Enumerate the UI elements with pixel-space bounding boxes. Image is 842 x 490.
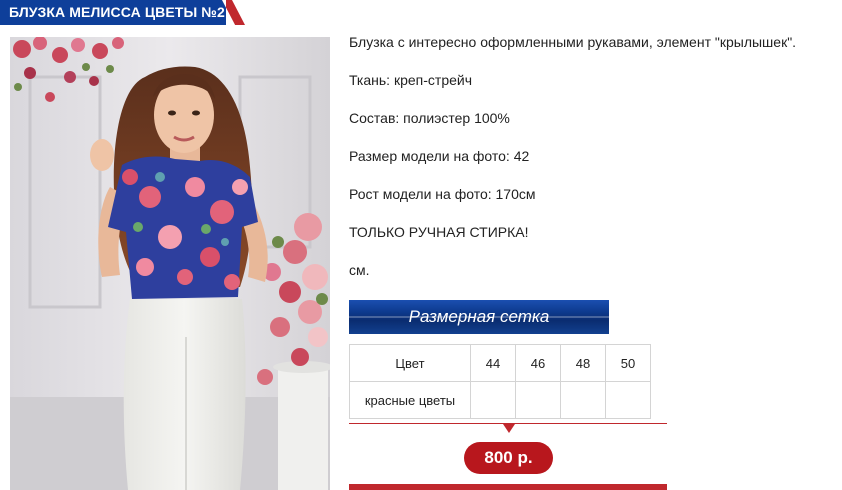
size-cell[interactable] [515, 381, 561, 419]
description-line: Рост модели на фото: 170см [349, 186, 536, 202]
table-header-row: Цвет 44 46 48 50 [349, 344, 651, 382]
table-row: красные цветы [349, 381, 651, 419]
description-line: см. [349, 262, 370, 278]
column-header: 50 [605, 344, 651, 382]
size-table: Цвет 44 46 48 50 красные цветы [349, 344, 651, 419]
column-header: Цвет [349, 344, 471, 382]
description-line: ТОЛЬКО РУЧНАЯ СТИРКА! [349, 224, 529, 240]
description-line: Состав: полиэстер 100% [349, 110, 510, 126]
column-header: 46 [515, 344, 561, 382]
size-cell[interactable] [605, 381, 651, 419]
description-line: Блузка с интересно оформленными рукавами… [349, 34, 797, 50]
color-name-cell: красные цветы [349, 381, 471, 419]
down-arrow-icon [503, 424, 515, 433]
size-cell[interactable] [560, 381, 606, 419]
product-title-banner: БЛУЗКА МЕЛИССА ЦВЕТЫ №2 [0, 0, 245, 25]
price-divider-bottom [349, 484, 667, 490]
size-chart-button[interactable]: Размерная сетка [349, 300, 609, 334]
size-cell[interactable] [470, 381, 516, 419]
column-header: 48 [560, 344, 606, 382]
column-header: 44 [470, 344, 516, 382]
description-line: Ткань: креп-стрейч [349, 72, 472, 88]
product-photo [10, 37, 330, 490]
product-title: БЛУЗКА МЕЛИССА ЦВЕТЫ №2 [9, 4, 225, 20]
description-line: Размер модели на фото: 42 [349, 148, 530, 164]
price-badge: 800 р. [464, 442, 553, 474]
